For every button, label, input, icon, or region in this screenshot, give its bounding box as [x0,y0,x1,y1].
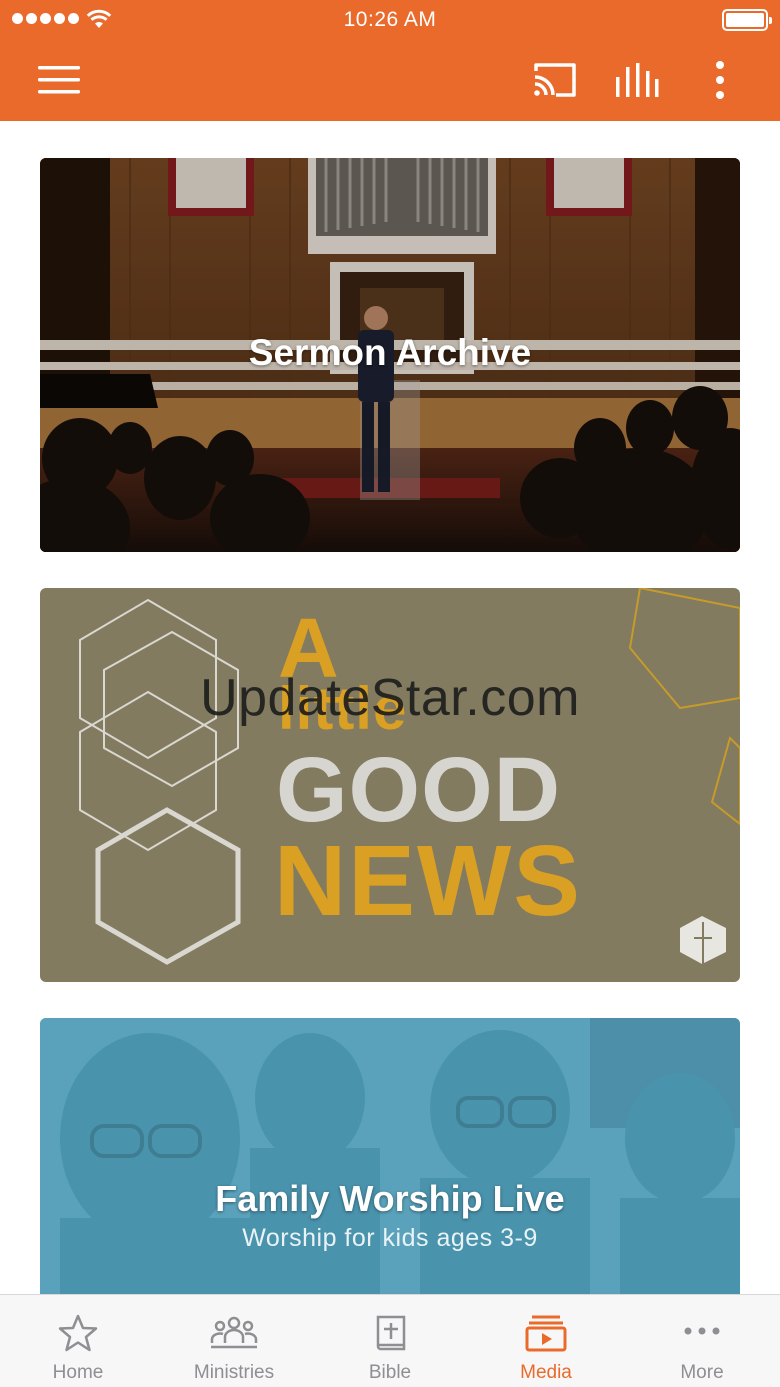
bible-icon [376,1315,406,1351]
battery-icon [722,9,772,31]
card-subtitle: Worship for kids ages 3-9 [242,1224,538,1252]
card-title: Sermon Archive [248,332,532,373]
sermon-archive-card[interactable]: Sermon Archive [40,158,740,552]
tab-label: Media [520,1362,572,1383]
watermark-text: UpdateStar.com [200,669,580,727]
bar-chart-icon [616,63,659,97]
more-options-button[interactable] [702,54,738,106]
ellipsis-icon [684,1327,720,1335]
status-time: 10:26 AM [343,8,437,31]
tab-ministries[interactable]: Ministries [156,1295,312,1387]
family-worship-image [40,1018,740,1318]
card-title: Family Worship Live [215,1178,565,1219]
star-icon [58,1314,98,1352]
bar-chart-button[interactable] [610,56,664,104]
tab-label: Bible [368,1362,412,1383]
tab-media[interactable]: Media [468,1295,624,1387]
graphic-text-news: NEWS [274,825,582,937]
tab-bible[interactable]: Bible [312,1295,468,1387]
tab-label: More [680,1362,724,1383]
tab-label: Ministries [193,1362,275,1383]
cast-icon [534,63,576,97]
cast-button[interactable] [528,56,582,104]
menu-button[interactable] [34,58,84,102]
family-worship-card[interactable]: Family Worship Live Worship for kids age… [40,1018,740,1318]
church-logo-icon [680,916,726,966]
tab-more[interactable]: More [624,1295,780,1387]
people-icon [210,1316,258,1349]
tab-home[interactable]: Home [0,1295,156,1387]
menu-icon [38,66,80,94]
more-vertical-icon [716,61,724,99]
tab-bar: Home Ministries Bible Media More [0,1294,780,1387]
status-bar: 10:26 AM [0,0,780,40]
good-news-card[interactable]: A little GOOD NEWS [40,588,740,982]
app-bar [0,40,780,121]
media-icon [525,1315,567,1352]
tab-label: Home [52,1362,104,1383]
